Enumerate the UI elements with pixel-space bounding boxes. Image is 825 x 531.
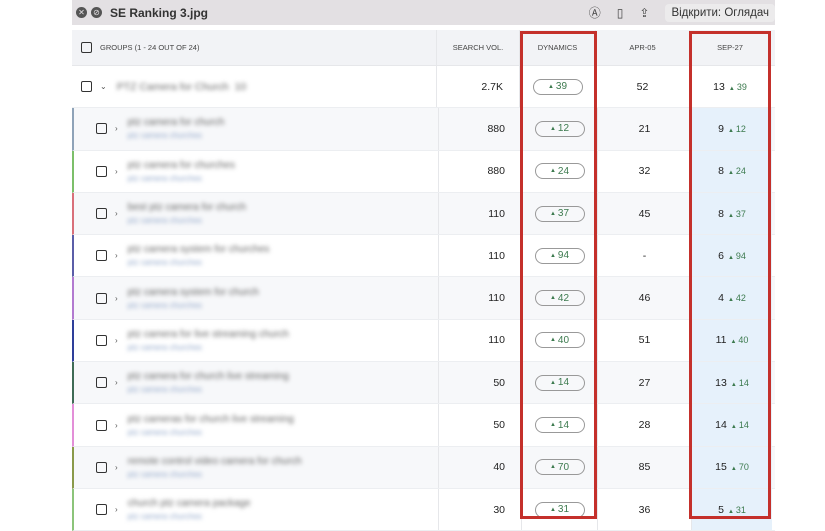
chevron-right-icon[interactable]: › bbox=[115, 167, 118, 176]
table-row[interactable]: › ptz camera for churches ptz camera chur… bbox=[72, 150, 775, 193]
share-icon[interactable]: ⇪ bbox=[639, 6, 649, 20]
search-vol: 2.7K bbox=[437, 66, 520, 108]
table-row[interactable]: › ptz camera for church ptz camera church… bbox=[72, 108, 775, 151]
keyword-url: ptz camera churches bbox=[127, 131, 202, 141]
table-row[interactable]: › ptz camera for church live streaming pt… bbox=[72, 362, 775, 405]
open-with-button[interactable]: Відкрити: Оглядач bbox=[665, 3, 775, 22]
select-all-checkbox[interactable] bbox=[81, 42, 92, 53]
row-checkbox[interactable] bbox=[96, 208, 107, 220]
apr-header[interactable]: APR-05 bbox=[629, 43, 655, 52]
row-checkbox[interactable] bbox=[96, 165, 107, 177]
markup-icon[interactable]: Ⓐ bbox=[589, 4, 601, 21]
keyword: ptz cameras for church live streaming bbox=[127, 413, 294, 425]
keyword: best ptz camera for church bbox=[127, 202, 247, 214]
keyword-url: ptz camera churches bbox=[127, 342, 202, 352]
search-vol-header[interactable]: SEARCH VOL. bbox=[453, 43, 503, 52]
keywords-table: GROUPS (1 - 24 OUT OF 24) SEARCH VOL. DY… bbox=[72, 30, 775, 531]
keyword-url: ptz camera churches bbox=[127, 385, 202, 395]
keyword-url: ptz camera churches bbox=[127, 512, 202, 522]
search-vol: 110 bbox=[439, 192, 522, 235]
group-checkbox[interactable] bbox=[81, 81, 92, 93]
apr-position: 52 bbox=[596, 66, 690, 108]
keyword-url: ptz camera churches bbox=[127, 300, 202, 310]
row-checkbox[interactable] bbox=[96, 419, 107, 431]
apr-position: - bbox=[598, 235, 692, 277]
row-checkbox[interactable] bbox=[96, 334, 107, 346]
chevron-right-icon[interactable]: › bbox=[115, 378, 118, 387]
table-row[interactable]: › best ptz camera for church ptz camera c… bbox=[72, 192, 775, 236]
chevron-right-icon[interactable]: › bbox=[115, 251, 118, 260]
row-checkbox[interactable] bbox=[96, 123, 107, 135]
table-row[interactable]: › ptz camera system for church ptz camera… bbox=[72, 277, 775, 320]
chevron-right-icon[interactable]: › bbox=[115, 336, 118, 345]
table-header: GROUPS (1 - 24 OUT OF 24) SEARCH VOL. DY… bbox=[72, 30, 775, 66]
chevron-right-icon[interactable]: › bbox=[115, 505, 118, 514]
keyword: ptz camera for church bbox=[127, 117, 225, 129]
group-row[interactable]: ⌄ PTZ Camera for Church 10 2.7K ▲ 39 52 1… bbox=[72, 66, 775, 109]
keyword: ptz camera system for churches bbox=[127, 244, 270, 256]
chevron-down-icon[interactable]: ⌄ bbox=[100, 82, 107, 91]
window-title: SE Ranking 3.jpg bbox=[110, 5, 209, 20]
minimize-icon[interactable]: ⊘ bbox=[91, 7, 102, 18]
search-vol: 110 bbox=[439, 319, 522, 362]
chevron-right-icon[interactable]: › bbox=[115, 294, 118, 303]
window-titlebar: ✕ ⊘ SE Ranking 3.jpg Ⓐ ▯ ⇪ Відкрити: Огл… bbox=[72, 0, 775, 25]
search-vol: 50 bbox=[439, 404, 522, 446]
chevron-right-icon[interactable]: › bbox=[115, 463, 118, 472]
apr-position: 21 bbox=[598, 108, 692, 150]
apr-position: 46 bbox=[598, 277, 692, 319]
rotate-icon[interactable]: ▯ bbox=[617, 6, 624, 20]
apr-position: 45 bbox=[598, 192, 692, 235]
apr-position: 36 bbox=[598, 488, 692, 531]
apr-position: 28 bbox=[598, 404, 692, 446]
chevron-right-icon[interactable]: › bbox=[115, 124, 118, 133]
keyword: ptz camera system for church bbox=[127, 286, 259, 298]
row-checkbox[interactable] bbox=[96, 377, 107, 389]
row-checkbox[interactable] bbox=[96, 250, 107, 262]
apr-position: 51 bbox=[598, 319, 692, 362]
keyword: church ptz camera package bbox=[127, 498, 251, 510]
apr-position: 85 bbox=[598, 446, 692, 488]
search-vol: 880 bbox=[439, 108, 522, 150]
keyword-url: ptz camera churches bbox=[127, 216, 202, 226]
close-icon[interactable]: ✕ bbox=[76, 7, 87, 18]
chevron-right-icon[interactable]: › bbox=[115, 209, 118, 218]
keyword-url: ptz camera churches bbox=[127, 173, 202, 183]
table-row[interactable]: › ptz camera system for churches ptz came… bbox=[72, 235, 775, 278]
row-checkbox[interactable] bbox=[96, 461, 107, 473]
apr-position: 32 bbox=[598, 150, 692, 192]
group-count: 10 bbox=[234, 80, 247, 93]
search-vol: 30 bbox=[439, 488, 522, 531]
group-name: PTZ Camera for Church bbox=[116, 80, 229, 93]
keyword-url: ptz camera churches bbox=[127, 469, 202, 479]
keyword-url: ptz camera churches bbox=[127, 427, 202, 437]
search-vol: 50 bbox=[439, 362, 522, 404]
sep-highlight-box bbox=[689, 31, 771, 519]
table-row[interactable]: › ptz camera for live streaming church pt… bbox=[72, 319, 775, 363]
keyword-url: ptz camera churches bbox=[127, 258, 202, 268]
table-row[interactable]: › ptz cameras for church live streaming p… bbox=[72, 404, 775, 447]
keyword: remote control video camera for church bbox=[127, 455, 302, 467]
search-vol: 110 bbox=[439, 235, 522, 277]
search-vol: 110 bbox=[439, 277, 522, 319]
groups-header: GROUPS (1 - 24 OUT OF 24) bbox=[100, 43, 200, 52]
dynamics-highlight-box bbox=[520, 31, 597, 519]
chevron-right-icon[interactable]: › bbox=[115, 421, 118, 430]
row-checkbox[interactable] bbox=[96, 292, 107, 304]
keyword: ptz camera for live streaming church bbox=[127, 328, 289, 340]
search-vol: 40 bbox=[439, 446, 522, 488]
search-vol: 880 bbox=[439, 150, 522, 192]
apr-position: 27 bbox=[598, 362, 692, 404]
keyword: ptz camera for churches bbox=[127, 159, 235, 171]
row-checkbox[interactable] bbox=[96, 504, 107, 516]
table-row[interactable]: › remote control video camera for church… bbox=[72, 446, 775, 489]
keyword: ptz camera for church live streaming bbox=[127, 371, 289, 383]
